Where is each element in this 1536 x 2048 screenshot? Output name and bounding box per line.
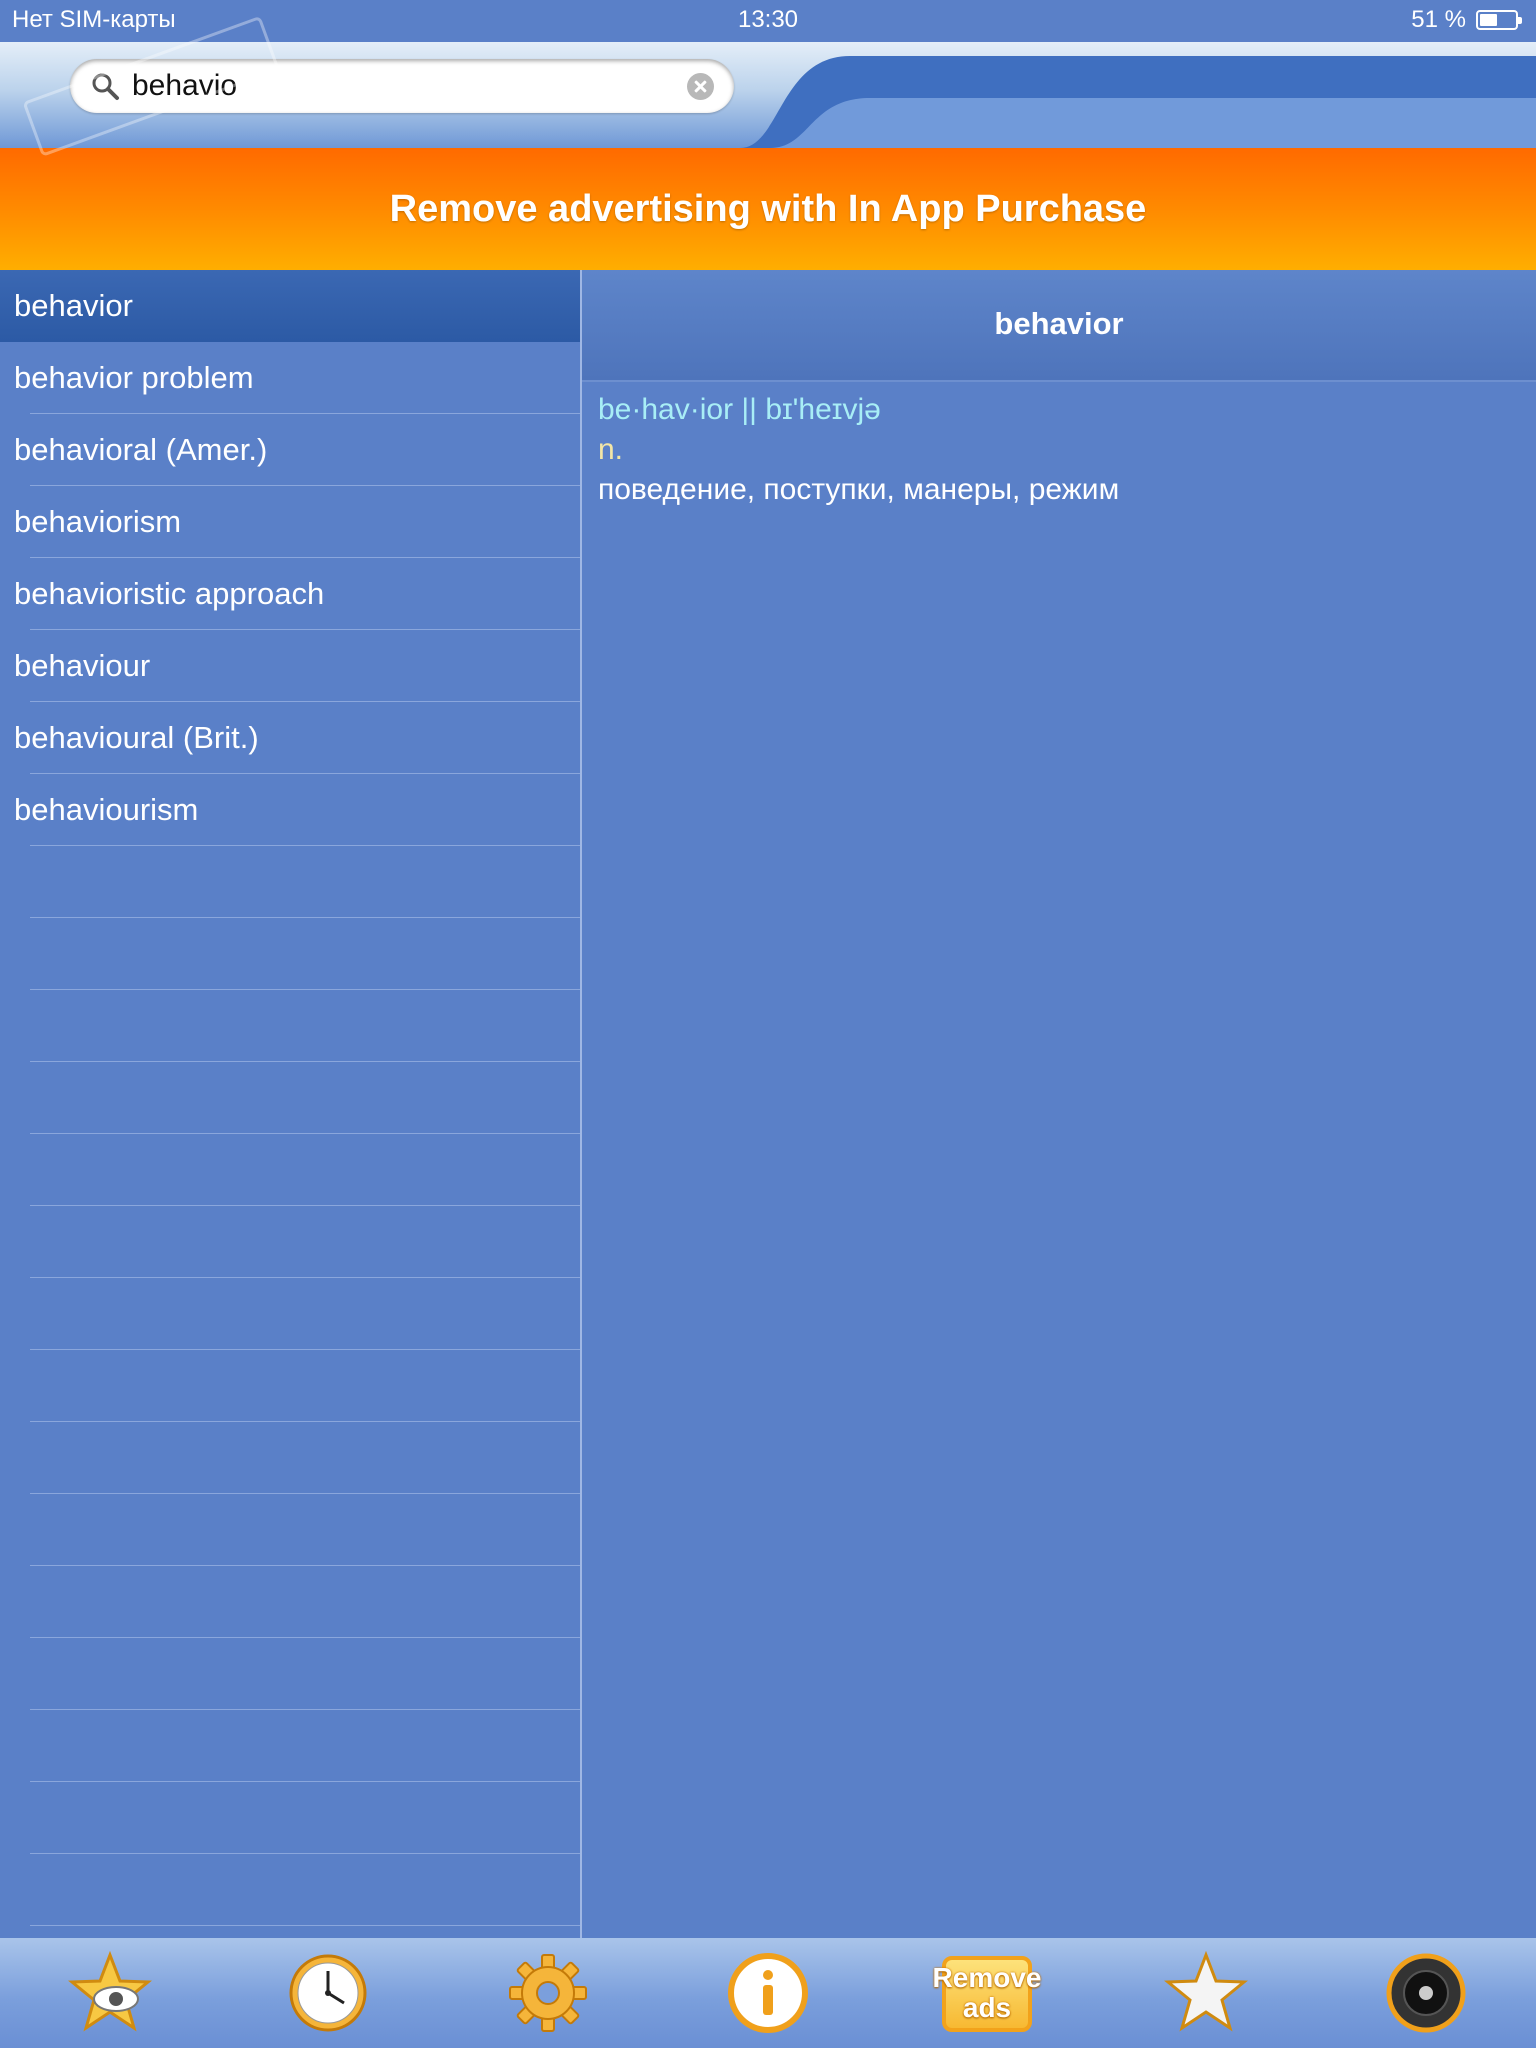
list-item-label: behavioural (Brit.): [14, 720, 259, 755]
speaker-icon: [1386, 1953, 1466, 2033]
list-item-label: behaviorism: [14, 504, 182, 539]
entry-body: be·hav·ior || bɪ'heɪvjə n. поведение, по…: [598, 390, 1518, 510]
list-item-label: behavioral (Amer.): [14, 432, 268, 467]
star-icon: [1163, 1950, 1249, 2032]
battery-percent: 51 %: [1411, 6, 1466, 33]
entry-part-of-speech: n.: [598, 433, 624, 466]
list-item[interactable]: behavioral (Amer.): [0, 414, 580, 486]
sound-button[interactable]: [1384, 1951, 1468, 2035]
list-item-label: behavior: [14, 288, 133, 323]
empty-list-row: [0, 1278, 580, 1350]
clock-icon: [289, 1954, 367, 2032]
empty-list-row: [0, 990, 580, 1062]
entry-panel: behavior be·hav·ior || bɪ'heɪvjə n. пове…: [582, 270, 1536, 1938]
ad-banner[interactable]: Remove advertising with In App Purchase: [0, 148, 1536, 270]
empty-list-row: [0, 1350, 580, 1422]
clear-search-icon[interactable]: [687, 73, 714, 100]
list-item[interactable]: behaviourism: [0, 774, 580, 846]
remove-ads-label-line1: Remove: [932, 1962, 1042, 1993]
ad-banner-text: Remove advertising with In App Purchase: [389, 187, 1147, 230]
entry-title: behavior: [994, 306, 1124, 341]
remove-ads-button[interactable]: Remove ads: [930, 1956, 1044, 2032]
info-icon: [728, 1953, 808, 2033]
empty-list-row: [0, 1134, 580, 1206]
list-item-label: behaviourism: [14, 792, 199, 827]
empty-list-row: [0, 1782, 580, 1854]
empty-list-row: [0, 1926, 580, 1938]
search-icon: [92, 73, 119, 100]
search-field[interactable]: [70, 59, 734, 113]
header-wave-decoration: [740, 56, 1536, 148]
remove-ads-label-line2: ads: [962, 1992, 1012, 2023]
list-item-label: behaviour: [14, 648, 151, 683]
status-bar: Нет SIM-карты 13:30 51 %: [0, 0, 1536, 42]
list-item[interactable]: behaviorism: [0, 486, 580, 558]
entry-pronunciation: be·hav·ior || bɪ'heɪvjə: [598, 393, 881, 426]
empty-list-row: [0, 1206, 580, 1278]
bottom-toolbar: Remove ads: [0, 1938, 1536, 2048]
empty-list-row: [0, 1566, 580, 1638]
word-list: behavior behavior problem behavioral (Amer…: [0, 270, 580, 1938]
empty-list-row: [0, 1854, 580, 1926]
gear-icon: [509, 1954, 587, 2032]
settings-button[interactable]: [506, 1951, 590, 2035]
empty-list-row: [0, 846, 580, 918]
list-item-label: behavior problem: [14, 360, 254, 395]
empty-list-row: [0, 1638, 580, 1710]
add-favorite-button[interactable]: [1163, 1950, 1249, 2035]
empty-list-row: [0, 1422, 580, 1494]
list-item-label: behavioristic approach: [14, 576, 325, 611]
entry-translation: поведение, поступки, манеры, режим: [598, 473, 1120, 506]
battery-icon: [1476, 10, 1522, 30]
info-button[interactable]: [726, 1951, 810, 2035]
list-item[interactable]: behavioural (Brit.): [0, 702, 580, 774]
search-header: [0, 42, 1536, 148]
star-eye-icon: [67, 1950, 153, 2032]
list-item[interactable]: behavior problem: [0, 342, 580, 414]
empty-list-row: [0, 1494, 580, 1566]
entry-header: behavior: [582, 270, 1536, 382]
list-item[interactable]: behaviour: [0, 630, 580, 702]
history-button[interactable]: [286, 1951, 370, 2035]
empty-list-row: [0, 1062, 580, 1134]
clock: 13:30: [737, 6, 799, 33]
empty-list-row: [0, 918, 580, 990]
empty-list-row: [0, 1710, 580, 1782]
favorites-view-button[interactable]: [67, 1950, 153, 2035]
list-item[interactable]: behavior: [0, 270, 580, 342]
search-input[interactable]: [132, 67, 652, 105]
list-item[interactable]: behavioristic approach: [0, 558, 580, 630]
